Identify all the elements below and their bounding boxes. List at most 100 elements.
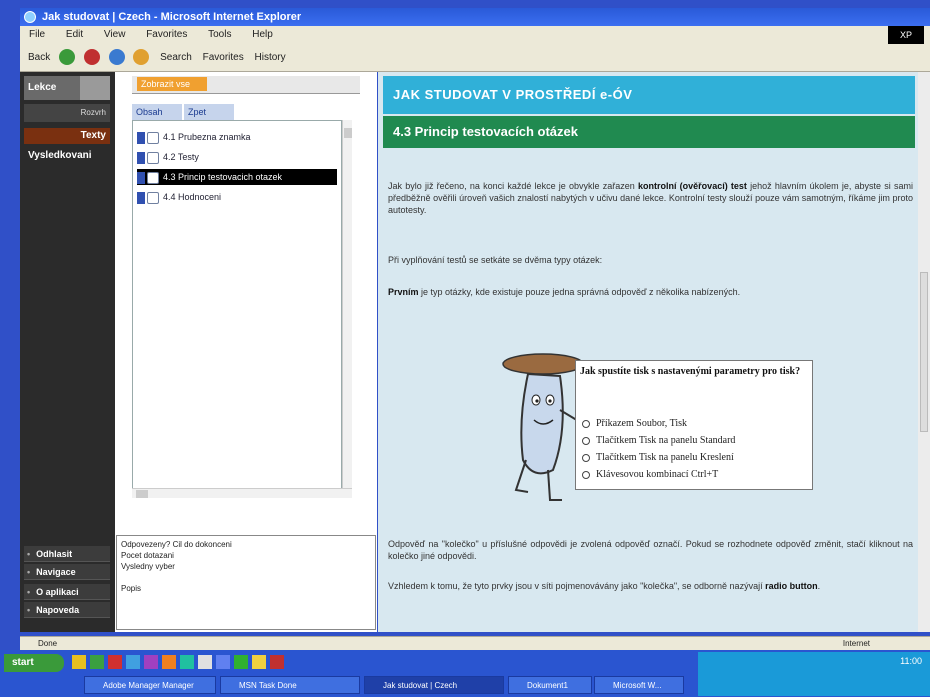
quiz-option[interactable]: Příkazem Soubor, Tisk [582,417,687,431]
menu-favorites[interactable]: Favorites [146,29,187,40]
nav-item-vysledkovani[interactable]: Vysledkovani [24,148,110,164]
home-icon[interactable] [133,49,150,66]
paragraph-text: je typ otázky, kde existuje pouze jedna … [418,287,741,297]
tree-item-label: 4.4 Hodnoceni [163,192,222,202]
tab-zpet[interactable]: Zpet [184,104,234,120]
status-text: Done [38,639,58,648]
internet-explorer-icon [24,11,36,23]
quick-launch-icon[interactable] [108,655,122,669]
paragraph-text: Při vyplňování testů se setkáte se dvěma… [388,255,603,265]
scroll-thumb[interactable] [920,272,928,432]
section-title: 4.3 Princip testovacích otázek [383,116,915,148]
quiz-option[interactable]: Tlačítkem Tisk na panelu Kreslení [582,451,734,465]
quick-launch-icon[interactable] [252,655,266,669]
book-icon [137,171,145,184]
notes-line: Popis [121,584,142,593]
book-icon [137,151,145,164]
quick-launch-icon[interactable] [90,655,104,669]
taskbar-button[interactable]: MSN Task Done [220,676,360,694]
notes-line [121,572,371,583]
menu-tools[interactable]: Tools [208,29,231,40]
window-title-bar[interactable]: Jak studovat | Czech - Microsoft Interne… [20,8,930,26]
radio-icon[interactable] [582,436,590,445]
quiz-option-label: Tlačítkem Tisk na panelu Kreslení [596,452,734,463]
scroll-thumb[interactable] [344,128,352,138]
nav-o-aplikaci[interactable]: • O aplikaci [24,584,110,600]
taskbar-button-active[interactable]: Jak studovat | Czech [364,676,504,694]
taskbar-button[interactable]: Adobe Manager Manager [84,676,216,694]
show-all-tab[interactable]: Zobrazit vse [137,77,207,91]
paragraph: Při vyplňování testů se setkáte se dvěma… [388,254,913,266]
quick-launch-icon[interactable] [144,655,158,669]
menu-edit[interactable]: Edit [66,29,83,40]
paragraph-text: . [817,581,821,591]
check-icon [147,171,159,184]
refresh-icon[interactable] [108,49,125,66]
tab-obsah[interactable]: Obsah [132,104,182,120]
back-button[interactable]: Back [28,44,50,72]
quiz-example: Jak spustíte tisk s nastavenými parametr… [575,360,813,490]
search-button[interactable]: Search [160,44,192,72]
stop-icon[interactable] [83,49,100,66]
taskbar-button[interactable]: Dokument1 [508,676,592,694]
paragraph-bold: radio button [765,581,818,591]
quiz-option-label: Příkazem Soubor, Tisk [596,418,688,429]
menu-bar: File Edit View Favorites Tools Help [20,26,930,44]
nav-o-aplikaci-label: O aplikaci [36,587,79,597]
favorites-button[interactable]: Favorites [203,44,244,72]
paragraph: Vzhledem k tomu, že tyto prvky jsou v sí… [388,580,913,592]
notes-line: Pocet dotazani [121,551,174,560]
windows-logo-icon: XP [888,26,924,44]
paragraph: Prvním je typ otázky, kde existuje pouze… [388,286,913,298]
tree-vertical-scrollbar[interactable] [342,120,352,498]
quick-launch-icon[interactable] [198,655,212,669]
check-icon [147,131,159,144]
quick-launch-icon[interactable] [126,655,140,669]
taskbar-button[interactable]: Microsoft W... [594,676,684,694]
nav-napoveda[interactable]: • Napoveda [24,602,110,618]
paragraph-bold: kontrolní (ověřovací) test [637,181,747,191]
paragraph-bold: Prvním [388,287,419,297]
menu-file[interactable]: File [29,29,45,40]
notes-line: Vysledny vyber [121,562,175,571]
logo-graphic [80,76,110,100]
quiz-option[interactable]: Klávesovou kombinací Ctrl+T [582,468,718,482]
nav-navigace-label: Navigace [36,567,76,577]
tree-item[interactable]: 4.4 Hodnoceni [137,189,337,205]
quick-launch-icon[interactable] [270,655,284,669]
menu-view[interactable]: View [104,29,126,40]
quiz-option[interactable]: Tlačítkem Tisk na panelu Standard [582,434,735,448]
page-title: JAK STUDOVAT V PROSTŘEDÍ e-ÓV [383,76,915,114]
quiz-option-label: Tlačítkem Tisk na panelu Standard [596,435,736,446]
paragraph: Jak bylo již řečeno, na konci každé lekc… [388,180,913,216]
menu-help[interactable]: Help [252,29,273,40]
paragraph-text: Odpověď na "kolečko" u příslušné odpověd… [388,539,913,561]
radio-icon[interactable] [582,419,590,428]
content-scrollbar[interactable] [918,72,930,632]
system-tray: 11:00 [698,652,930,696]
start-button[interactable]: start [4,654,64,672]
nav-odhlasit[interactable]: • Odhlasit [24,546,110,562]
quick-launch-icon[interactable] [216,655,230,669]
quiz-option-label: Klávesovou kombinací Ctrl+T [596,469,719,480]
quick-launch-icon[interactable] [72,655,86,669]
radio-icon[interactable] [582,470,590,479]
check-icon [147,151,159,164]
tree-item[interactable]: 4.2 Testy [137,149,337,165]
tree-item-selected[interactable]: 4.3 Princip testovacich otazek [137,169,337,185]
nav-item-texty[interactable]: Texty [24,128,110,144]
nav-navigace[interactable]: • Navigace [24,564,110,580]
scroll-thumb[interactable] [136,490,148,498]
status-bar: Done Internet [20,636,930,650]
history-button[interactable]: History [255,44,286,72]
tree-item[interactable]: 4.1 Prubezna znamka [137,129,337,145]
quick-launch-icon[interactable] [162,655,176,669]
radio-icon[interactable] [582,453,590,462]
forward-icon[interactable] [59,49,76,66]
tree-horizontal-scrollbar[interactable] [132,488,352,498]
quick-launch-icon[interactable] [180,655,194,669]
quick-launch-icon[interactable] [234,655,248,669]
nav-napoveda-label: Napoveda [36,605,80,615]
clock[interactable]: 11:00 [900,656,922,666]
quiz-question: Jak spustíte tisk s nastavenými parametr… [580,366,801,377]
